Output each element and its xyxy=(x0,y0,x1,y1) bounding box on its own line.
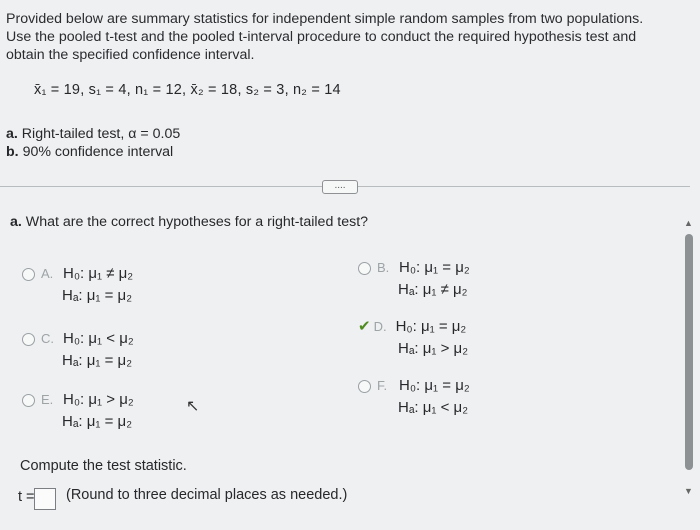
scroll-up-icon[interactable]: ▲ xyxy=(684,218,693,228)
question-text: What are the correct hypotheses for a ri… xyxy=(25,214,369,230)
null-hypothesis: H₀: μ₁ > μ₂ xyxy=(63,391,134,408)
part-b-text: 90% confidence interval xyxy=(22,144,174,160)
null-hypothesis: H₀: μ₁ ≠ μ₂ xyxy=(63,265,134,282)
t-label: t = xyxy=(18,489,35,505)
question-label: a. xyxy=(10,214,22,230)
problem-parts: a. Right-tailed test, α = 0.05 b. 90% co… xyxy=(6,125,180,161)
option-letter: A. xyxy=(41,266,54,281)
question-prompt: a. What are the correct hypotheses for a… xyxy=(10,214,368,230)
option-b[interactable]: B. H₀: μ₁ = μ₂ Hₐ: μ₁ ≠ μ₂ xyxy=(358,257,470,301)
intro-line-1: Provided below are summary statistics fo… xyxy=(6,11,644,27)
t-statistic-input[interactable] xyxy=(34,488,56,510)
alternative-hypothesis: Hₐ: μ₁ < μ₂ xyxy=(398,399,469,416)
option-d[interactable]: ✔ D. H₀: μ₁ = μ₂ Hₐ: μ₁ > μ₂ xyxy=(358,316,468,360)
part-a-label: a. xyxy=(6,126,18,142)
rounding-note: (Round to three decimal places as needed… xyxy=(66,487,348,503)
part-b-label: b. xyxy=(6,144,19,160)
option-letter: F. xyxy=(377,378,388,393)
mouse-cursor-icon: ↖ xyxy=(186,398,200,415)
null-hypothesis: H₀: μ₁ = μ₂ xyxy=(399,377,470,394)
radio-icon[interactable] xyxy=(358,379,371,393)
radio-icon[interactable] xyxy=(22,393,35,407)
null-hypothesis: H₀: μ₁ = μ₂ xyxy=(399,259,470,276)
option-letter: B. xyxy=(377,260,390,275)
alternative-hypothesis: Hₐ: μ₁ = μ₂ xyxy=(62,287,133,304)
compute-prompt: Compute the test statistic. xyxy=(20,458,187,474)
part-a: a. Right-tailed test, α = 0.05 xyxy=(6,125,180,143)
part-a-text: Right-tailed test, α = 0.05 xyxy=(21,126,181,142)
expand-button[interactable]: .... xyxy=(322,180,358,194)
alternative-hypothesis: Hₐ: μ₁ > μ₂ xyxy=(398,340,469,357)
option-f[interactable]: F. H₀: μ₁ = μ₂ Hₐ: μ₁ < μ₂ xyxy=(358,375,470,419)
radio-icon[interactable] xyxy=(358,261,371,275)
alternative-hypothesis: Hₐ: μ₁ = μ₂ xyxy=(62,413,133,430)
option-letter: D. xyxy=(373,319,387,334)
null-hypothesis: H₀: μ₁ = μ₂ xyxy=(395,318,467,335)
option-a[interactable]: A. H₀: μ₁ ≠ μ₂ Hₐ: μ₁ = μ₂ xyxy=(22,263,133,307)
intro-line-3: obtain the specified confidence interval… xyxy=(6,47,255,63)
option-letter: E. xyxy=(41,392,54,407)
scrollbar-thumb[interactable] xyxy=(685,234,693,470)
option-c[interactable]: C. H₀: μ₁ < μ₂ Hₐ: μ₁ = μ₂ xyxy=(22,328,134,372)
option-letter: C. xyxy=(41,331,54,346)
alternative-hypothesis: Hₐ: μ₁ = μ₂ xyxy=(62,352,133,369)
checkmark-icon: ✔ xyxy=(358,318,371,335)
problem-intro: Provided below are summary statistics fo… xyxy=(6,10,681,64)
scroll-down-icon[interactable]: ▼ xyxy=(684,486,693,496)
radio-icon[interactable] xyxy=(22,267,35,281)
part-b: b. 90% confidence interval xyxy=(6,143,180,161)
null-hypothesis: H₀: μ₁ < μ₂ xyxy=(63,330,134,347)
radio-icon[interactable] xyxy=(22,332,35,346)
alternative-hypothesis: Hₐ: μ₁ ≠ μ₂ xyxy=(398,281,468,298)
intro-line-2: Use the pooled t-test and the pooled t-i… xyxy=(6,29,637,45)
summary-statistics: x̄₁ = 19, s₁ = 4, n₁ = 12, x̄₂ = 18, s₂ … xyxy=(34,82,341,98)
option-e[interactable]: E. H₀: μ₁ > μ₂ Hₐ: μ₁ = μ₂ xyxy=(22,389,134,433)
